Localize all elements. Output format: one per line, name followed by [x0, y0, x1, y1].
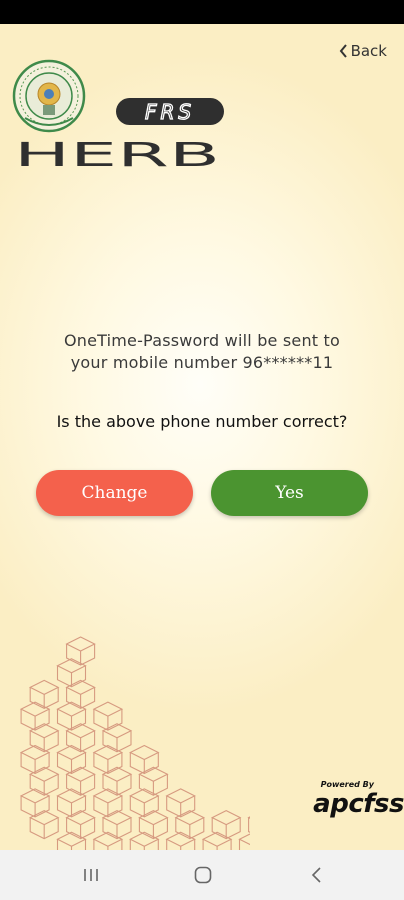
cube-face: [210, 809, 242, 826]
cube-side: [56, 795, 87, 818]
apcfss-logo: apcfss: [313, 789, 404, 819]
cube-face: [65, 636, 96, 652]
system-nav-bar: [0, 850, 404, 900]
cube-side: [138, 774, 168, 796]
app-screen: Back FRS HERB OneTime-Password will be s…: [0, 24, 404, 850]
cube-side: [66, 817, 96, 840]
cube-side: [238, 839, 241, 850]
yes-button[interactable]: Yes: [211, 470, 368, 516]
cube-face: [28, 679, 60, 696]
cube-side: [102, 817, 132, 840]
cube-pattern-decoration: [19, 636, 250, 850]
chevron-left-icon: [339, 44, 347, 58]
cube-side: [129, 752, 159, 775]
cube-side: [29, 687, 59, 710]
cube-side: [56, 709, 87, 731]
otp-message-line1: OneTime-Password will be sent to: [63, 331, 341, 350]
cube-face: [92, 701, 124, 717]
home-icon[interactable]: [192, 864, 214, 886]
cube-side: [102, 774, 132, 796]
cube-side: [102, 730, 132, 753]
herb-logo: FRS HERB: [14, 98, 224, 170]
cube-side: [20, 795, 50, 818]
cube-side: [138, 817, 168, 840]
back-button[interactable]: Back: [339, 42, 387, 60]
cube-face: [129, 744, 160, 761]
cube-face: [165, 788, 196, 804]
powered-by-text: Powered By: [320, 780, 374, 789]
cube-side: [56, 665, 87, 688]
cube-side: [93, 752, 123, 775]
cube-side: [66, 687, 96, 710]
change-button[interactable]: Change: [36, 470, 193, 516]
confirm-question: Is the above phone number correct?: [56, 412, 348, 431]
logo-name-text: HERB: [14, 135, 220, 170]
otp-message-line2: your mobile number 96******11: [70, 353, 334, 372]
recents-icon[interactable]: [80, 864, 102, 886]
cube-face: [238, 833, 250, 846]
otp-message: OneTime-Password will be sent to your mo…: [0, 330, 404, 374]
cube-side: [93, 795, 123, 818]
cube-side: [66, 644, 96, 666]
nav-back-icon[interactable]: [306, 864, 328, 886]
cube-side: [166, 795, 196, 818]
cube-side: [20, 752, 50, 775]
logo-tag-text: FRS: [145, 100, 195, 124]
cube-side: [66, 774, 96, 796]
status-bar: [0, 0, 404, 24]
cube-side: [56, 752, 87, 775]
cube-side: [175, 817, 205, 840]
cube-side: [93, 709, 123, 731]
cube-side: [66, 730, 96, 753]
cube-side: [129, 795, 159, 818]
cube-side: [211, 817, 241, 840]
cube-side: [29, 817, 59, 840]
cube-side: [248, 817, 250, 833]
cube-side: [29, 774, 59, 796]
cube-side: [20, 709, 50, 731]
cube-side: [29, 730, 59, 753]
back-label: Back: [350, 42, 387, 60]
